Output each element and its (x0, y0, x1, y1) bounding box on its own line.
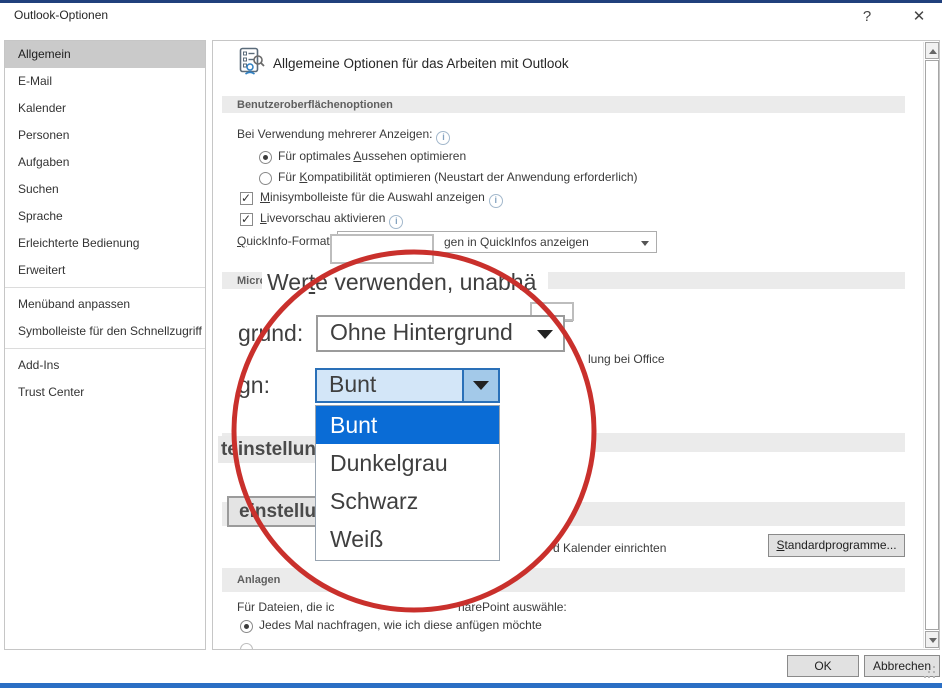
magnified-section-header-fragment: teinstellun (218, 436, 318, 463)
radio-optimize-compatibility-label: Für Kompatibilität optimieren (Neustart … (278, 170, 638, 184)
help-icon[interactable]: ? (853, 4, 881, 30)
sidebar-item-allgemein[interactable]: Allgemein (5, 41, 205, 68)
sidebar-item-kalender[interactable]: Kalender (5, 95, 205, 122)
dropdown-option-schwarz[interactable]: Schwarz (316, 482, 499, 520)
office-background-dropdown[interactable]: Ohne Hintergrund (316, 315, 565, 352)
window-top-edge (0, 0, 942, 3)
sidebar-item-menueband-anpassen[interactable]: Menüband anpassen (5, 291, 205, 318)
sidebar-item-trust-center[interactable]: Trust Center (5, 379, 205, 406)
checkbox-live-preview-label: Livevorschau aktivieren (260, 211, 404, 229)
options-content-panel: Allgemeine Optionen für das Arbeiten mit… (212, 40, 940, 650)
standard-programs-button[interactable]: Standardprogramme... (768, 534, 905, 557)
theme-dropdown-list: Bunt Dunkelgrau Schwarz Weiß (315, 405, 500, 561)
dropdown-button[interactable] (462, 370, 498, 401)
triangle-up-icon (929, 49, 937, 54)
scroll-down-button[interactable] (925, 631, 939, 648)
radio-optimize-appearance-label: Für optimales Aussehen optimieren (278, 149, 467, 163)
checkbox-mini-toolbar-label: Minisymbolleiste für die Auswahl anzeige… (260, 190, 503, 208)
attachments-label-right: harePoint auswähle: (458, 600, 567, 614)
radio-optimize-appearance[interactable] (259, 151, 272, 164)
close-icon[interactable]: ✕ (905, 4, 933, 30)
sidebar-item-aufgaben[interactable]: Aufgaben (5, 149, 205, 176)
radio-clipped[interactable] (240, 643, 253, 649)
ok-button[interactable]: OK (787, 655, 859, 677)
page-title: Allgemeine Optionen für das Arbeiten mit… (273, 56, 569, 71)
sidebar-item-symbolleiste[interactable]: Symbolleiste für den Schnellzugriff (5, 318, 205, 345)
checkbox-live-preview[interactable] (240, 212, 253, 226)
personalize-row-fragment: lung bei Office (588, 352, 665, 366)
chevron-down-icon (641, 241, 649, 246)
chevron-down-icon (537, 330, 553, 339)
sidebar-divider (5, 348, 205, 349)
window-title: Outlook-Optionen (14, 8, 109, 22)
chevron-down-icon (473, 381, 489, 390)
attachments-label-left: Für Dateien, die ic (237, 600, 335, 614)
sidebar-divider (5, 287, 205, 288)
office-theme-dropdown[interactable]: Bunt (315, 368, 500, 403)
vertical-scrollbar[interactable] (923, 42, 939, 648)
dropdown-option-weiss[interactable]: Weiß (316, 520, 499, 558)
outlook-options-dialog: Outlook-Optionen ? ✕ Allgemein E-Mail Ka… (0, 0, 942, 688)
sidebar-item-erleichterte-bedienung[interactable]: Erleichterte Bedienung (5, 230, 205, 257)
info-icon[interactable] (436, 131, 451, 145)
default-programs-row-fragment: d Kalender einrichten (553, 541, 667, 555)
info-icon[interactable] (389, 215, 404, 229)
checkbox-mini-toolbar[interactable] (240, 191, 253, 205)
sidebar-item-personen[interactable]: Personen (5, 122, 205, 149)
radio-ask-every-time-label: Jedes Mal nachfragen, wie ich diese anfü… (259, 618, 542, 632)
scroll-up-button[interactable] (925, 42, 939, 59)
radio-ask-every-time[interactable] (240, 620, 253, 633)
quickinfo-format-value: gen in QuickInfos anzeigen (444, 235, 589, 249)
info-icon[interactable] (488, 194, 503, 208)
section-header-ui-options: Benutzeroberflächenoptionen (222, 96, 905, 113)
quickinfo-format-label: QuickInfo-Format: (237, 234, 334, 248)
multiple-displays-label: Bei Verwendung mehrerer Anzeigen: (237, 127, 451, 145)
sidebar-item-addins[interactable]: Add-Ins (5, 352, 205, 379)
magnified-checkbox-text: Werte verwenden, unabhä (262, 266, 548, 302)
radio-optimize-compatibility[interactable] (259, 172, 272, 185)
dropdown-option-dunkelgrau[interactable]: Dunkelgrau (316, 444, 499, 482)
office-background-label-fragment: grund: (238, 320, 304, 346)
scrollbar-thumb[interactable] (925, 60, 939, 630)
sidebar-item-suchen[interactable]: Suchen (5, 176, 205, 203)
office-theme-label-fragment: gn: (238, 372, 270, 398)
dropdown-option-bunt[interactable]: Bunt (316, 406, 499, 444)
window-bottom-edge (0, 683, 942, 688)
category-sidebar: Allgemein E-Mail Kalender Personen Aufga… (4, 40, 206, 650)
general-options-icon (239, 47, 265, 75)
magnified-input-fragment (330, 234, 434, 264)
sidebar-item-erweitert[interactable]: Erweitert (5, 257, 205, 284)
resize-grip-icon[interactable] (924, 666, 936, 678)
sidebar-item-sprache[interactable]: Sprache (5, 203, 205, 230)
triangle-down-icon (929, 638, 937, 643)
sidebar-item-email[interactable]: E-Mail (5, 68, 205, 95)
